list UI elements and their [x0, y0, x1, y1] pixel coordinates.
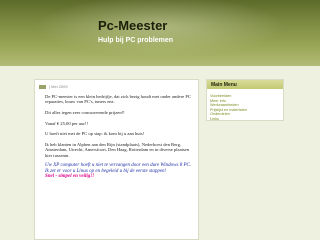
post-meta: | Mei 2009	[39, 83, 68, 90]
post-closing-text: Uw XP computer hoeft u niet te vervangen…	[45, 163, 192, 174]
post-paragraph: Ik heb klanten in Alphen aan den Rijn (s…	[45, 141, 190, 158]
site-header: Pc-Meester Hulp bij PC problemen	[0, 0, 320, 66]
post-comment-icon	[39, 84, 46, 89]
post-slogan: Snel - simpel en veilig!!	[45, 174, 95, 180]
menu-title: Main Menu	[211, 81, 237, 88]
menu-header: Main Menu	[207, 80, 283, 89]
post-paragraph: Vanaf € 25,00 per uur!!	[45, 120, 88, 126]
site-title[interactable]: Pc-Meester	[98, 18, 167, 33]
post-body: De PC-meester is een klein bedrijfje, da…	[45, 94, 195, 185]
post-paragraph: De PC-meester is een klein bedrijfje, da…	[45, 94, 191, 105]
header-background	[0, 0, 320, 66]
site-tagline: Hulp bij PC problemen	[98, 37, 174, 44]
menu-link-links[interactable]: Links	[210, 117, 219, 121]
post-date: | Mei 2009	[49, 84, 68, 89]
post-paragraph: Dit alles tegen zeer concurrerende prijz…	[45, 110, 125, 115]
post-paragraph: U hoeft niet met de PC op stap: ik kom b…	[45, 131, 145, 137]
sidebar-main-menu: Main Menu Voorbeelden Meer info Werkzaam…	[206, 79, 284, 121]
post-content: | Mei 2009 De PC-meester is een klein be…	[34, 79, 199, 240]
menu-list: Voorbeelden Meer info Werkzaamheden Prij…	[210, 91, 247, 121]
post-closing-note: Uw XP computer hoeft u niet te vervangen…	[45, 163, 195, 180]
